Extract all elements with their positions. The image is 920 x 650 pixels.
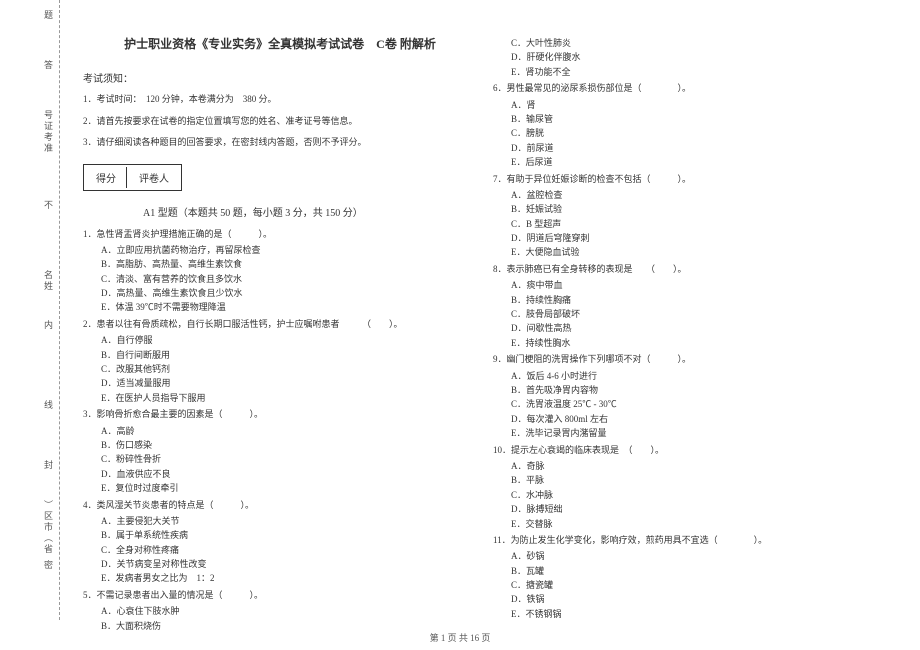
q7-e: E．大便隐血试验: [511, 245, 887, 259]
margin-text-9: ）区市（省: [42, 500, 55, 555]
q3-e: E．复位时过度牵引: [101, 481, 477, 495]
q5-c: C．大叶性肺炎: [511, 36, 887, 50]
right-column: C．大叶性肺炎 D．肝硬化伴腹水 E．肾功能不全 6．男性最常见的泌尿系损伤部位…: [485, 0, 895, 643]
q8-b: B．持续性胸痛: [511, 293, 887, 307]
q1-d: D．高热量、高维生素饮食且少饮水: [101, 286, 477, 300]
q7-b: B．妊娠试验: [511, 202, 887, 216]
q10-e: E．交替脉: [511, 517, 887, 531]
q10-b: B．平脉: [511, 473, 887, 487]
margin-text-7: 线: [42, 400, 55, 411]
q8-c: C．肢骨局部破坏: [511, 307, 887, 321]
q6-a: A．肾: [511, 98, 887, 112]
q6-b: B．输尿管: [511, 112, 887, 126]
q2-e: E．在医护人员指导下服用: [101, 391, 477, 405]
score-table: 得分 评卷人: [83, 164, 182, 191]
notice-1: 1．考试时间： 120 分钟，本卷满分为 380 分。: [83, 93, 477, 107]
q6-d: D．前尿道: [511, 141, 887, 155]
notice-2: 2．请首先按要求在试卷的指定位置填写您的姓名、准考证号等信息。: [83, 115, 477, 129]
binding-margin: 题 答 号证考准 不 名姓 内 线 封 ）区市（省 密: [0, 0, 60, 620]
notice-heading: 考试须知：: [83, 70, 477, 85]
q5-stem: 5．不需记录患者出入量的情况是（ ）。: [83, 588, 477, 602]
margin-text-2: 答: [42, 60, 55, 71]
q8-stem: 8．表示肺癌已有全身转移的表现是 （ ）。: [493, 262, 887, 276]
page-content: 护士职业资格《专业实务》全真模拟考试试卷 C卷 附解析 考试须知： 1．考试时间…: [75, 0, 895, 643]
q7-stem: 7．有助于异位妊娠诊断的检查不包括（ ）。: [493, 172, 887, 186]
q8-e: E．持续性胸水: [511, 336, 887, 350]
q2-stem: 2．患者以往有骨质疏松，自行长期口服活性钙，护士应嘱咐患者 （ ）。: [83, 317, 477, 331]
q10-a: A．奇脉: [511, 459, 887, 473]
q1-e: E．体温 39℃时不需要物理降温: [101, 300, 477, 314]
q1-c: C．清淡、富有营养的饮食且多饮水: [101, 272, 477, 286]
margin-text-8: 封: [42, 460, 55, 471]
page-footer: 第 1 页 共 16 页: [0, 631, 920, 644]
q9-d: D．每次灌入 800ml 左右: [511, 412, 887, 426]
margin-text-1: 题: [42, 10, 55, 21]
q9-a: A．饭后 4-6 小时进行: [511, 369, 887, 383]
q10-stem: 10．提示左心衰竭的临床表现是 （ ）。: [493, 443, 887, 457]
q2-a: A．自行停服: [101, 333, 477, 347]
q1-b: B．高脂肪、高热量、高维生素饮食: [101, 257, 477, 271]
margin-text-6: 内: [42, 320, 55, 331]
q2-d: D．适当减量服用: [101, 376, 477, 390]
q11-e: E．不锈钢锅: [511, 607, 887, 621]
q9-stem: 9．幽门梗阻的洗胃操作下列哪项不对（ ）。: [493, 352, 887, 366]
q3-c: C．粉碎性骨折: [101, 452, 477, 466]
q9-b: B．首先吸净胃内容物: [511, 383, 887, 397]
q7-a: A．盆腔检查: [511, 188, 887, 202]
q4-stem: 4．类风湿关节炎患者的特点是（ ）。: [83, 498, 477, 512]
question-type-title: A1 型题（本题共 50 题，每小题 3 分，共 150 分）: [143, 204, 477, 219]
left-column: 护士职业资格《专业实务》全真模拟考试试卷 C卷 附解析 考试须知： 1．考试时间…: [75, 0, 485, 643]
q9-e: E．洗毕记录胃内潴留量: [511, 426, 887, 440]
q3-stem: 3．影响骨折愈合最主要的因素是（ ）。: [83, 407, 477, 421]
q11-stem: 11．为防止发生化学变化，影响疗效，煎药用具不宜选（ ）。: [493, 533, 887, 547]
q1-a: A．立即应用抗菌药物治疗，再留尿检查: [101, 243, 477, 257]
q3-b: B．伤口感染: [101, 438, 477, 452]
margin-text-4: 不: [42, 200, 55, 211]
q1-stem: 1．急性肾盂肾炎护理措施正确的是（ ）。: [83, 227, 477, 241]
notice-3: 3．请仔细阅读各种题目的回答要求，在密封线内答题，否则不予评分。: [83, 136, 477, 150]
q4-e: E．发病者男女之比为 1：2: [101, 571, 477, 585]
q6-stem: 6．男性最常见的泌尿系损伤部位是（ ）。: [493, 81, 887, 95]
exam-title: 护士职业资格《专业实务》全真模拟考试试卷 C卷 附解析: [83, 35, 477, 52]
q10-c: C．水冲脉: [511, 488, 887, 502]
margin-text-5: 名姓: [42, 270, 55, 292]
q6-c: C．膀胱: [511, 126, 887, 140]
q2-b: B．自行间断服用: [101, 348, 477, 362]
q9-c: C．洗胃液温度 25℃ - 30℃: [511, 397, 887, 411]
q2-c: C．改服其他钙剂: [101, 362, 477, 376]
q4-d: D．关节病变呈对称性改变: [101, 557, 477, 571]
q5-a: A．心衰住下肢水肿: [101, 604, 477, 618]
q7-d: D．阴道后穹隆穿刺: [511, 231, 887, 245]
margin-text-10: 密: [42, 560, 55, 571]
q5-e: E．肾功能不全: [511, 65, 887, 79]
q4-a: A．主要侵犯大关节: [101, 514, 477, 528]
q10-d: D．脉搏短绌: [511, 502, 887, 516]
q11-a: A．砂锅: [511, 549, 887, 563]
score-col-1: 得分: [86, 167, 127, 188]
q8-d: D．间歇性高热: [511, 321, 887, 335]
q4-b: B．属于单系统性疾病: [101, 528, 477, 542]
q11-b: B．瓦罐: [511, 564, 887, 578]
q4-c: C．全身对称性疼痛: [101, 543, 477, 557]
q3-a: A．高龄: [101, 424, 477, 438]
q11-d: D．铁锅: [511, 592, 887, 606]
q7-c: C．B 型超声: [511, 217, 887, 231]
score-col-2: 评卷人: [129, 167, 179, 188]
q8-a: A．痰中带血: [511, 278, 887, 292]
q3-d: D．血液供应不良: [101, 467, 477, 481]
q11-c: C．搪瓷罐: [511, 578, 887, 592]
q6-e: E．后尿道: [511, 155, 887, 169]
q5-d: D．肝硬化伴腹水: [511, 50, 887, 64]
margin-text-3: 号证考准: [42, 110, 55, 154]
